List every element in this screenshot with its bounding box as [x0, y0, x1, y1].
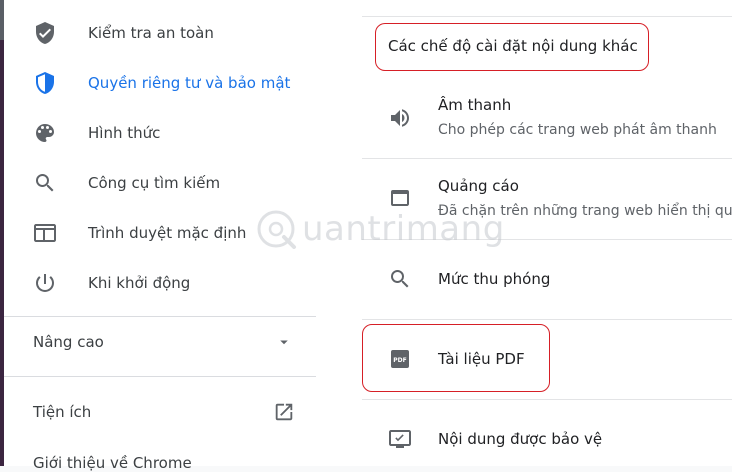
sidebar-item-label: Trình duyệt mặc định — [88, 224, 247, 242]
privacy-shield-icon — [36, 72, 54, 94]
setting-subtitle: Cho phép các trang web phát âm thanh — [438, 122, 717, 138]
setting-subtitle: Đã chặn trên những trang web hiển thị qu — [438, 203, 732, 219]
settings-sidebar: Kiểm tra an toàn Quyền riêng tư và bảo m… — [4, 0, 362, 472]
highlight-box-pdf — [362, 324, 550, 392]
window-icon — [391, 190, 409, 206]
palette-icon — [36, 124, 54, 142]
sidebar-item-about[interactable]: Giới thiệu về Chrome — [33, 454, 192, 472]
sidebar-item-label: Hình thức — [88, 124, 161, 142]
sidebar-item-appearance[interactable]: Hình thức — [4, 108, 362, 158]
setting-title: Quảng cáo — [438, 177, 519, 195]
setting-title: Nội dung được bảo vệ — [438, 430, 603, 448]
triangle-down-icon — [280, 340, 288, 345]
setting-row-ads[interactable]: Quảng cáo Đã chặn trên những trang web h… — [362, 159, 732, 239]
sidebar-divider — [4, 316, 316, 317]
power-icon — [36, 274, 54, 292]
advanced-label: Nâng cao — [33, 333, 104, 351]
setting-row-zoom[interactable]: Mức thu phóng — [362, 240, 732, 320]
search-icon — [36, 174, 54, 192]
shield-check-icon — [36, 22, 54, 44]
browser-window-icon — [34, 224, 56, 242]
sidebar-item-label: Khi khởi động — [88, 274, 191, 292]
sidebar-item-on-startup[interactable]: Khi khởi động — [4, 258, 362, 308]
setting-row-protected-content[interactable]: Nội dung được bảo vệ — [362, 400, 732, 466]
speaker-icon — [391, 109, 409, 127]
highlight-box-heading — [375, 23, 649, 71]
sidebar-item-label: Công cụ tìm kiếm — [88, 174, 221, 192]
extensions-label: Tiện ích — [33, 403, 92, 421]
sidebar-item-safety-check[interactable]: Kiểm tra an toàn — [4, 8, 362, 58]
setting-title: Mức thu phóng — [438, 270, 551, 288]
zoom-icon — [391, 270, 409, 288]
sidebar-item-default-browser[interactable]: Trình duyệt mặc định — [4, 208, 362, 258]
sidebar-item-search-engine[interactable]: Công cụ tìm kiếm — [4, 158, 362, 208]
sidebar-item-privacy[interactable]: Quyền riêng tư và bảo mật — [4, 58, 362, 108]
sidebar-item-label: Kiểm tra an toàn — [88, 24, 214, 42]
open-in-new-icon — [275, 403, 293, 421]
sidebar-divider — [4, 376, 316, 377]
row-divider — [362, 16, 732, 17]
protected-content-icon — [389, 430, 411, 448]
sidebar-item-label: Quyền riêng tư và bảo mật — [88, 74, 291, 92]
setting-title: Âm thanh — [438, 96, 512, 114]
setting-row-sound[interactable]: Âm thanh Cho phép các trang web phát âm … — [362, 78, 732, 158]
